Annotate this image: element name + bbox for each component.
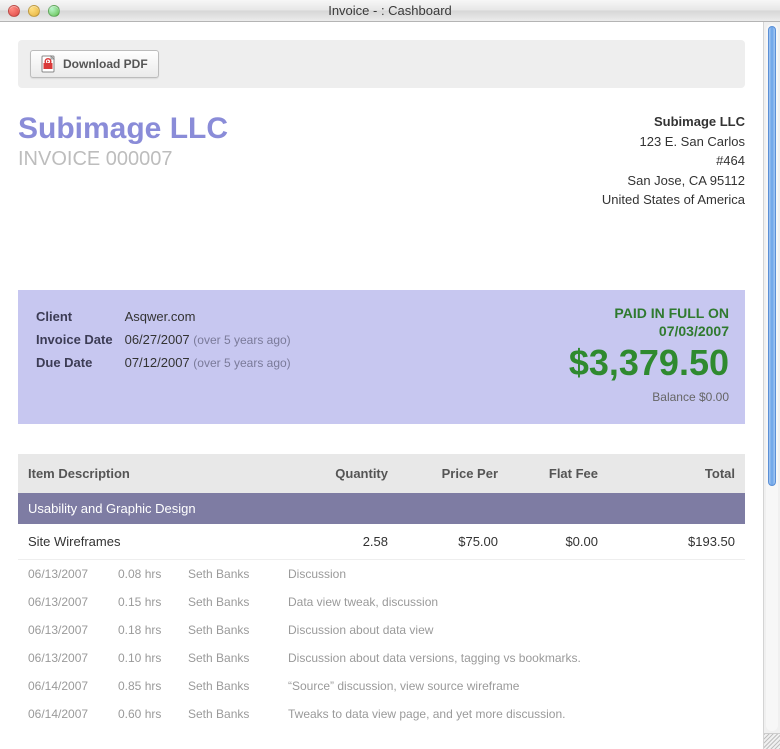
invoice-date-value: 06/27/2007 (125, 332, 190, 347)
invoice-amount: $3,379.50 (569, 342, 729, 384)
address-line-2: #464 (602, 151, 745, 171)
page-content: Download PDF Subimage LLC INVOICE 000007… (0, 22, 763, 749)
section-title: Usability and Graphic Design (18, 493, 745, 524)
invoice-header: Subimage LLC INVOICE 000007 Subimage LLC… (18, 112, 745, 210)
item-flat: $0.00 (498, 534, 598, 549)
invoice-number: INVOICE 000007 (18, 148, 228, 171)
window-titlebar: Invoice - : Cashboard (0, 0, 780, 22)
window-title: Invoice - : Cashboard (0, 3, 780, 18)
time-entry: 06/13/2007 0.15 hrs Seth Banks Data view… (18, 588, 745, 616)
entry-hours: 0.18 hrs (118, 623, 188, 637)
time-entry: 06/14/2007 0.85 hrs Seth Banks “Source” … (18, 672, 745, 700)
address-line-1: 123 E. San Carlos (602, 132, 745, 152)
address-country: United States of America (602, 190, 745, 210)
entry-person: Seth Banks (188, 567, 288, 581)
window-zoom-button[interactable] (48, 5, 60, 17)
time-entry: 06/13/2007 0.10 hrs Seth Banks Discussio… (18, 644, 745, 672)
invoice-balance: Balance $0.00 (569, 390, 729, 404)
download-pdf-label: Download PDF (63, 57, 148, 71)
due-date-label: Due Date (36, 352, 123, 373)
entry-hours: 0.15 hrs (118, 595, 188, 609)
time-entry: 06/14/2007 0.60 hrs Seth Banks Tweaks to… (18, 700, 745, 728)
company-address-block: Subimage LLC 123 E. San Carlos #464 San … (602, 112, 745, 210)
entry-hours: 0.60 hrs (118, 707, 188, 721)
entry-person: Seth Banks (188, 651, 288, 665)
entry-date: 06/14/2007 (28, 679, 118, 693)
entry-note: Discussion about data view (288, 623, 735, 637)
paid-status-line1: PAID IN FULL ON (569, 304, 729, 322)
entry-date: 06/13/2007 (28, 651, 118, 665)
download-pdf-button[interactable]: Download PDF (30, 50, 159, 78)
due-date-ago: (over 5 years ago) (193, 356, 290, 370)
items-header: Item Description Quantity Price Per Flat… (18, 454, 745, 493)
time-entry: 06/13/2007 0.08 hrs Seth Banks Discussio… (18, 560, 745, 588)
scroll-track[interactable] (766, 24, 778, 731)
paid-status-line2: 07/03/2007 (569, 322, 729, 340)
resize-grip[interactable] (764, 733, 780, 749)
entry-date: 06/14/2007 (28, 707, 118, 721)
scroll-thumb[interactable] (768, 26, 776, 486)
invoice-meta-left: Client Asqwer.com Invoice Date 06/27/200… (34, 304, 303, 404)
due-date-value: 07/12/2007 (125, 355, 190, 370)
entry-note: Discussion about data versions, tagging … (288, 651, 735, 665)
download-bar: Download PDF (18, 40, 745, 88)
client-value: Asqwer.com (125, 306, 301, 327)
entry-hours: 0.85 hrs (118, 679, 188, 693)
item-total: $193.50 (598, 534, 735, 549)
item-description: Site Wireframes (28, 534, 278, 549)
col-flat: Flat Fee (498, 466, 598, 481)
entry-person: Seth Banks (188, 707, 288, 721)
entry-date: 06/13/2007 (28, 595, 118, 609)
line-item: Site Wireframes 2.58 $75.00 $0.00 $193.5… (18, 524, 745, 560)
entry-person: Seth Banks (188, 595, 288, 609)
invoice-meta-right: PAID IN FULL ON 07/03/2007 $3,379.50 Bal… (569, 304, 729, 404)
entry-person: Seth Banks (188, 623, 288, 637)
client-label: Client (36, 306, 123, 327)
col-total: Total (598, 466, 735, 481)
item-price: $75.00 (388, 534, 498, 549)
window-controls (0, 5, 60, 17)
entry-note: “Source” discussion, view source wirefra… (288, 679, 735, 693)
invoice-title-block: Subimage LLC INVOICE 000007 (18, 112, 228, 210)
entry-note: Discussion (288, 567, 735, 581)
window-close-button[interactable] (8, 5, 20, 17)
entry-note: Tweaks to data view page, and yet more d… (288, 707, 735, 721)
invoice-meta-panel: Client Asqwer.com Invoice Date 06/27/200… (18, 290, 745, 424)
entry-date: 06/13/2007 (28, 567, 118, 581)
entry-date: 06/13/2007 (28, 623, 118, 637)
biz-name: Subimage LLC (602, 112, 745, 132)
entry-hours: 0.08 hrs (118, 567, 188, 581)
vertical-scrollbar[interactable] (763, 22, 780, 749)
window-minimize-button[interactable] (28, 5, 40, 17)
col-quantity: Quantity (278, 466, 388, 481)
col-description: Item Description (28, 466, 278, 481)
invoice-date-label: Invoice Date (36, 329, 123, 350)
item-quantity: 2.58 (278, 534, 388, 549)
entry-note: Data view tweak, discussion (288, 595, 735, 609)
invoice-date-ago: (over 5 years ago) (193, 333, 290, 347)
entry-hours: 0.10 hrs (118, 651, 188, 665)
entry-person: Seth Banks (188, 679, 288, 693)
time-entry: 06/13/2007 0.18 hrs Seth Banks Discussio… (18, 616, 745, 644)
pdf-icon (41, 55, 57, 73)
company-name: Subimage LLC (18, 112, 228, 146)
address-city: San Jose, CA 95112 (602, 171, 745, 191)
col-price: Price Per (388, 466, 498, 481)
